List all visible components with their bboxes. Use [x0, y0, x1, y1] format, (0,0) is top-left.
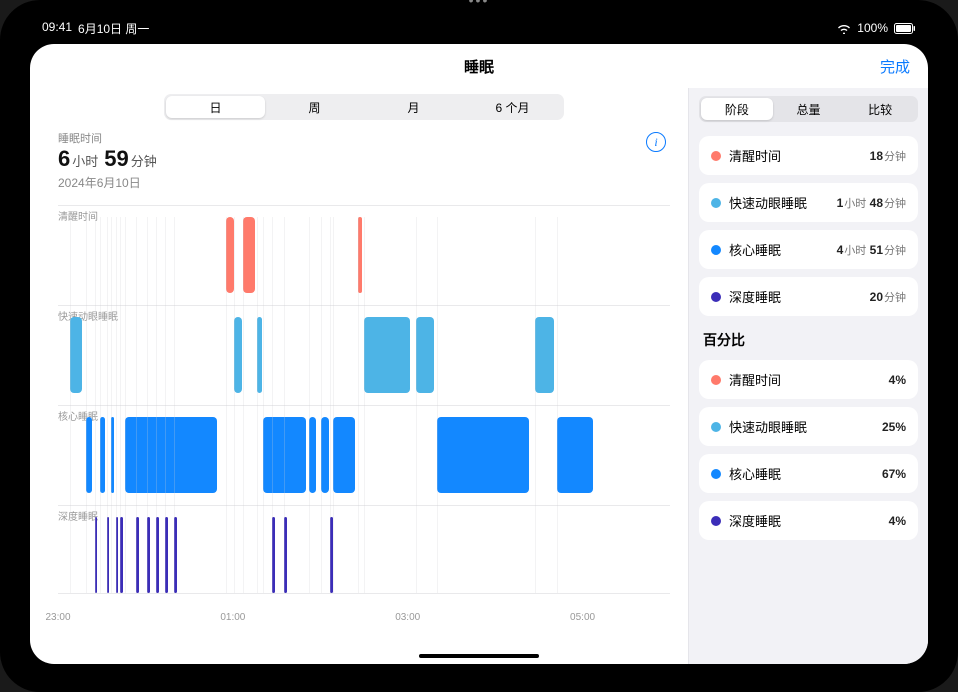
app-screen: 睡眠 完成 日 周 月 6 个月 睡眠时间 6 小时 59 分钟 2024年6月… [30, 44, 928, 664]
side-panel: 阶段 总量 比较 清醒时间 18分钟 快速动眼睡眠 1小时 48分钟 核心睡眠 … [688, 88, 928, 664]
stage-label: 核心睡眠 [729, 240, 781, 259]
tab-compare[interactable]: 比较 [844, 98, 916, 120]
percent-row-deep[interactable]: 深度睡眠 4% [699, 501, 918, 540]
camera-dots-icon: ••• [469, 0, 490, 8]
summary-hours-unit: 小时 [72, 151, 98, 170]
chart-segment-rem [70, 317, 82, 393]
dot-icon [711, 292, 721, 302]
duration-row-rem[interactable]: 快速动眼睡眠 1小时 48分钟 [699, 183, 918, 222]
chart-row-label: 快速动眼睡眠 [58, 308, 118, 323]
chart-segment-core [333, 417, 354, 493]
dot-icon [711, 375, 721, 385]
tab-month[interactable]: 月 [364, 96, 463, 118]
stage-label: 深度睡眠 [729, 511, 781, 530]
dot-icon [711, 198, 721, 208]
tab-day[interactable]: 日 [166, 96, 265, 118]
chart-segment-core [321, 417, 328, 493]
summary-minutes-unit: 分钟 [131, 151, 157, 170]
chart-segment-awake [226, 217, 233, 293]
percent-row-core[interactable]: 核心睡眠 67% [699, 454, 918, 493]
chart-segment-rem [535, 317, 553, 393]
tab-stages[interactable]: 阶段 [701, 98, 773, 120]
device-frame: ••• 09:41 6月10日 周一 100% 睡眠 完成 日 周 [0, 0, 958, 692]
stage-label: 快速动眼睡眠 [729, 193, 807, 212]
status-battery: 100% [857, 21, 888, 35]
summary-hours: 6 [58, 146, 70, 172]
main-pane: 日 周 月 6 个月 睡眠时间 6 小时 59 分钟 2024年6月10日 i … [30, 88, 688, 664]
page-title: 睡眠 [464, 56, 494, 77]
duration-row-deep[interactable]: 深度睡眠 20分钟 [699, 277, 918, 316]
x-tick: 23:00 [45, 612, 70, 623]
home-indicator[interactable] [419, 654, 539, 658]
duration-row-core[interactable]: 核心睡眠 4小时 51分钟 [699, 230, 918, 269]
chart-segment-awake [243, 217, 255, 293]
percent-title: 百分比 [703, 330, 918, 350]
period-segmented[interactable]: 日 周 月 6 个月 [164, 94, 564, 120]
percent-row-awake[interactable]: 清醒时间 4% [699, 360, 918, 399]
dot-icon [711, 245, 721, 255]
x-tick: 03:00 [395, 612, 420, 623]
tab-total[interactable]: 总量 [773, 98, 845, 120]
status-bar: 09:41 6月10日 周一 100% [30, 18, 928, 38]
chart-segment-rem [416, 317, 434, 393]
wifi-icon [837, 23, 851, 34]
nav-bar: 睡眠 完成 [30, 44, 928, 88]
info-button[interactable]: i [646, 132, 666, 152]
side-segmented[interactable]: 阶段 总量 比较 [699, 96, 918, 122]
dot-icon [711, 422, 721, 432]
stage-label: 深度睡眠 [729, 287, 781, 306]
tab-six-month[interactable]: 6 个月 [463, 96, 562, 118]
chart-segment-core [125, 417, 217, 493]
summary-date: 2024年6月10日 [58, 174, 670, 191]
chart-row-label: 核心睡眠 [58, 408, 98, 423]
chart-segment-core [437, 417, 529, 493]
summary-minutes: 59 [104, 146, 128, 172]
x-tick: 01:00 [220, 612, 245, 623]
status-date: 6月10日 周一 [78, 20, 149, 37]
stage-label: 核心睡眠 [729, 464, 781, 483]
summary-value: 6 小时 59 分钟 [58, 146, 670, 172]
chart-row-label: 深度睡眠 [58, 508, 98, 523]
percent-row-rem[interactable]: 快速动眼睡眠 25% [699, 407, 918, 446]
tab-week[interactable]: 周 [265, 96, 364, 118]
battery-icon [894, 23, 916, 34]
stage-label: 快速动眼睡眠 [729, 417, 807, 436]
duration-row-awake[interactable]: 清醒时间 18分钟 [699, 136, 918, 175]
summary-label: 睡眠时间 [58, 130, 670, 146]
sleep-stage-chart[interactable]: 清醒时间快速动眼睡眠核心睡眠深度睡眠23:0001:0003:0005:00 [58, 205, 670, 605]
chart-segment-rem [234, 317, 241, 393]
dot-icon [711, 516, 721, 526]
dot-icon [711, 151, 721, 161]
dot-icon [711, 469, 721, 479]
x-tick: 05:00 [570, 612, 595, 623]
stage-label: 清醒时间 [729, 146, 781, 165]
done-button[interactable]: 完成 [880, 56, 910, 77]
status-time: 09:41 [42, 20, 72, 37]
chart-row-label: 清醒时间 [58, 208, 98, 223]
chart-segment-core [309, 417, 316, 493]
chart-segment-rem [364, 317, 410, 393]
chart-segment-core [557, 417, 594, 493]
stage-label: 清醒时间 [729, 370, 781, 389]
